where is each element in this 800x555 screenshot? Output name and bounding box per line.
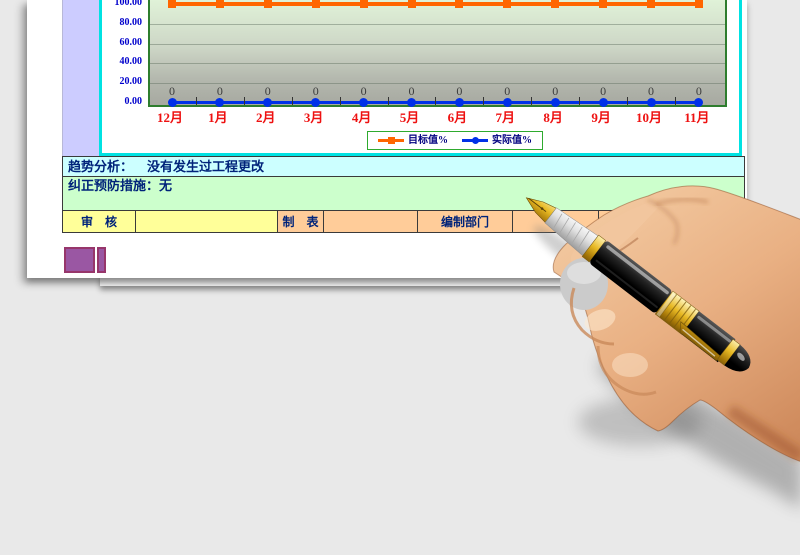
legend-label-actual: 实际值% <box>492 134 532 146</box>
month-label: 11月 <box>684 110 710 125</box>
actual-point-marker <box>215 98 225 107</box>
target-point-marker <box>694 0 703 8</box>
axis-tick <box>627 97 629 105</box>
data-label: 0 <box>552 84 559 98</box>
data-label: 0 <box>360 84 367 98</box>
trend-analysis-value: 没有发生过工程更改 <box>147 159 265 174</box>
gridline <box>150 44 725 45</box>
actual-point-marker <box>359 98 369 107</box>
y-tick-label: 20.00 <box>119 76 143 88</box>
data-label: 0 <box>456 84 463 98</box>
target-point-marker <box>407 0 416 8</box>
gridline <box>150 24 725 25</box>
actual-point-marker <box>263 98 273 107</box>
month-label: 9月 <box>591 110 611 125</box>
data-label: 0 <box>648 84 654 98</box>
target-point-marker <box>359 0 368 8</box>
month-label: 1月 <box>208 110 228 125</box>
month-label: 8月 <box>543 110 563 125</box>
corrective-measures-value: 无 <box>159 178 173 193</box>
data-label: 0 <box>695 84 702 98</box>
actual-marker-icon <box>472 137 479 144</box>
axis-tick <box>674 97 676 105</box>
month-label: 7月 <box>495 110 516 125</box>
y-tick-label: 100.00 <box>114 0 143 8</box>
corrective-measures-label: 纠正预防措施： <box>68 178 160 193</box>
trend-analysis-label: 趋势分析： <box>68 159 134 174</box>
actual-point-marker <box>550 98 560 107</box>
y-tick-label: 0.00 <box>124 96 143 107</box>
spreadsheet-margin-column <box>62 0 100 156</box>
axis-tick <box>243 97 245 105</box>
axis-tick <box>339 97 341 105</box>
data-label: 0 <box>216 84 223 98</box>
actual-point-marker <box>407 98 416 107</box>
data-label: 0 <box>600 84 607 98</box>
gridline <box>150 63 725 64</box>
chart-legend[interactable]: 目标值% 实际值% <box>367 131 543 150</box>
month-label: 5月 <box>399 110 420 125</box>
month-label: 6月 <box>447 110 468 125</box>
actual-point-marker <box>311 98 321 107</box>
data-label: 0 <box>312 84 319 98</box>
target-point-marker <box>503 0 512 8</box>
data-label: 0 <box>504 84 511 98</box>
footer-cell-blank[interactable] <box>324 211 418 232</box>
data-label: 0 <box>169 84 175 98</box>
target-point-marker <box>647 0 655 8</box>
y-tick-label: 80.00 <box>119 16 143 28</box>
target-point-marker <box>455 0 464 8</box>
month-label: 10月 <box>635 110 662 125</box>
actual-point-marker <box>598 98 608 107</box>
target-point-marker <box>599 0 608 8</box>
month-label: 3月 <box>303 110 324 125</box>
chart-plot-area: 0 0 0 0 0 0 0 0 0 0 0 0 <box>148 0 727 107</box>
target-point-marker <box>215 0 224 8</box>
footer-cell-tabulator[interactable]: 制 表 <box>278 211 324 232</box>
y-tick-label: 40.00 <box>119 56 143 68</box>
actual-point-marker <box>646 98 656 107</box>
hand-with-pen-photo <box>525 185 800 509</box>
target-point-marker <box>311 0 320 8</box>
actual-line-swatch <box>462 137 488 144</box>
target-marker-icon <box>388 137 395 144</box>
actual-point-marker <box>694 98 704 107</box>
axis-tick <box>531 97 533 105</box>
actual-point-marker <box>502 98 512 107</box>
month-label: 12月 <box>156 110 183 125</box>
target-point-marker <box>551 0 560 8</box>
data-label: 0 <box>408 84 415 98</box>
axis-tick <box>387 97 389 105</box>
axis-tick <box>579 97 581 105</box>
actual-point-marker <box>454 98 464 107</box>
actual-point-marker <box>167 98 177 107</box>
target-point-marker <box>168 0 176 8</box>
chart-y-axis: 100.00 80.00 60.00 40.00 20.00 0.00 <box>102 0 144 110</box>
purple-rectangle-shape <box>64 247 95 273</box>
purple-bar-shape <box>97 247 106 273</box>
y-tick-label: 60.00 <box>119 36 143 48</box>
month-label: 2月 <box>256 110 276 125</box>
target-series-line <box>172 2 699 6</box>
target-line-swatch <box>378 137 404 144</box>
legend-item-target: 目标值% <box>378 134 448 146</box>
footer-cell-review[interactable]: 审 核 <box>63 211 136 232</box>
axis-tick <box>483 97 485 105</box>
trend-chart[interactable]: 100.00 80.00 60.00 40.00 20.00 0.00 000000000… <box>99 0 742 156</box>
month-label: 4月 <box>351 110 372 125</box>
legend-item-actual: 实际值% <box>462 134 532 146</box>
axis-tick <box>291 97 293 105</box>
axis-tick <box>435 97 437 105</box>
footer-cell-blank[interactable] <box>136 211 278 232</box>
data-label: 0 <box>264 84 271 98</box>
chart-x-axis: 12月 1月 2月 3月 4月 5月 6月 7月 8月 9月 10月 11月 <box>148 107 727 125</box>
axis-tick <box>195 97 197 105</box>
target-point-marker <box>263 0 272 8</box>
legend-label-target: 目标值% <box>408 134 448 146</box>
